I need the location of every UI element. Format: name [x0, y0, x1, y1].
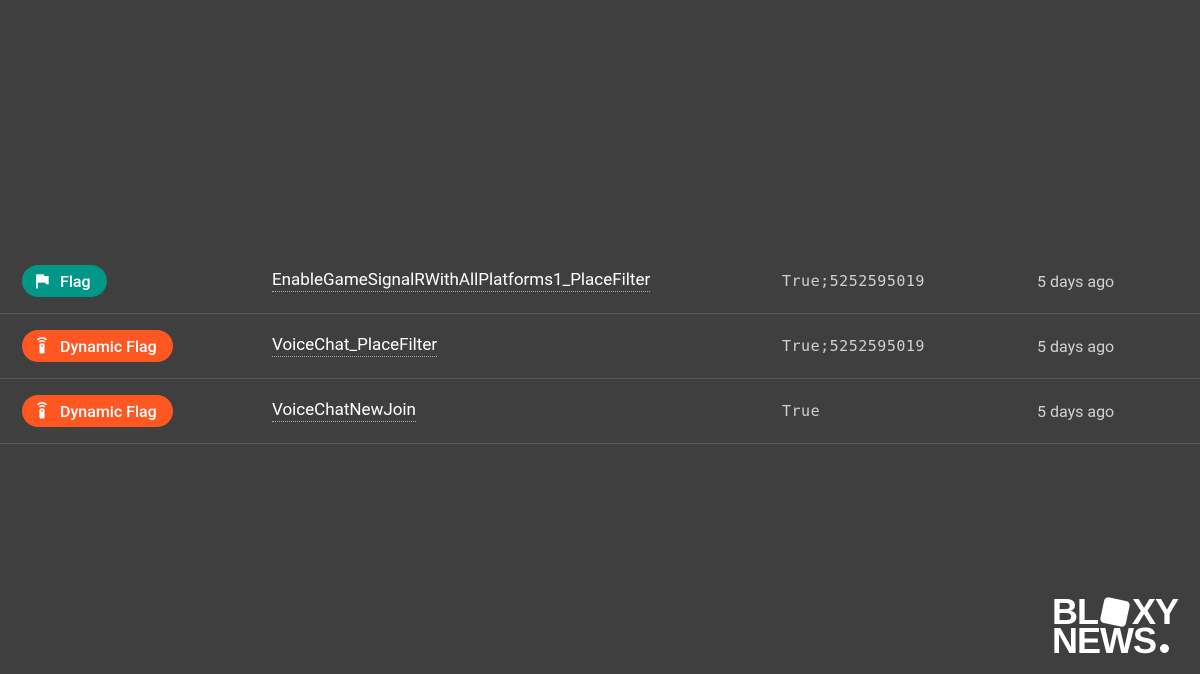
flag-name-link[interactable]: VoiceChatNewJoin	[272, 400, 416, 422]
name-cell: VoiceChat_PlaceFilter	[272, 335, 782, 357]
flags-table: Flag EnableGameSignalRWithAllPlatforms1_…	[0, 249, 1200, 444]
name-cell: EnableGameSignalRWithAllPlatforms1_Place…	[272, 270, 782, 292]
value-cell: True;5252595019	[782, 272, 1037, 290]
dynamic-flag-badge: Dynamic Flag	[22, 330, 173, 362]
flag-icon	[32, 271, 52, 291]
time-cell: 5 days ago	[1037, 272, 1200, 291]
flag-timestamp: 5 days ago	[1037, 272, 1114, 291]
badge-label: Dynamic Flag	[60, 337, 157, 356]
table-row: Dynamic Flag VoiceChat_PlaceFilter True;…	[0, 314, 1200, 379]
watermark-text: NEWS	[1052, 626, 1156, 656]
badge-label: Dynamic Flag	[60, 402, 157, 421]
value-cell: True;5252595019	[782, 337, 1037, 355]
flag-badge: Flag	[22, 265, 107, 297]
dynamic-flag-badge: Dynamic Flag	[22, 395, 173, 427]
flag-timestamp: 5 days ago	[1037, 402, 1114, 421]
flag-value: True;5252595019	[782, 337, 925, 355]
flag-name-link[interactable]: EnableGameSignalRWithAllPlatforms1_Place…	[272, 270, 650, 292]
badge-cell: Dynamic Flag	[22, 395, 272, 427]
badge-label: Flag	[60, 272, 91, 291]
badge-cell: Dynamic Flag	[22, 330, 272, 362]
time-cell: 5 days ago	[1037, 402, 1200, 421]
flag-timestamp: 5 days ago	[1037, 337, 1114, 356]
name-cell: VoiceChatNewJoin	[272, 400, 782, 422]
table-row: Flag EnableGameSignalRWithAllPlatforms1_…	[0, 249, 1200, 314]
flag-value: True;5252595019	[782, 272, 925, 290]
flag-name-link[interactable]: VoiceChat_PlaceFilter	[272, 335, 437, 357]
remote-icon	[32, 336, 52, 356]
watermark-logo: BL XY NEWS	[1052, 597, 1178, 656]
flag-value: True	[782, 402, 820, 420]
remote-icon	[32, 401, 52, 421]
time-cell: 5 days ago	[1037, 337, 1200, 356]
tilted-square-icon	[1100, 596, 1131, 627]
table-row: Dynamic Flag VoiceChatNewJoin True 5 day…	[0, 379, 1200, 444]
value-cell: True	[782, 402, 1037, 420]
period-icon	[1160, 644, 1169, 653]
badge-cell: Flag	[22, 265, 272, 297]
